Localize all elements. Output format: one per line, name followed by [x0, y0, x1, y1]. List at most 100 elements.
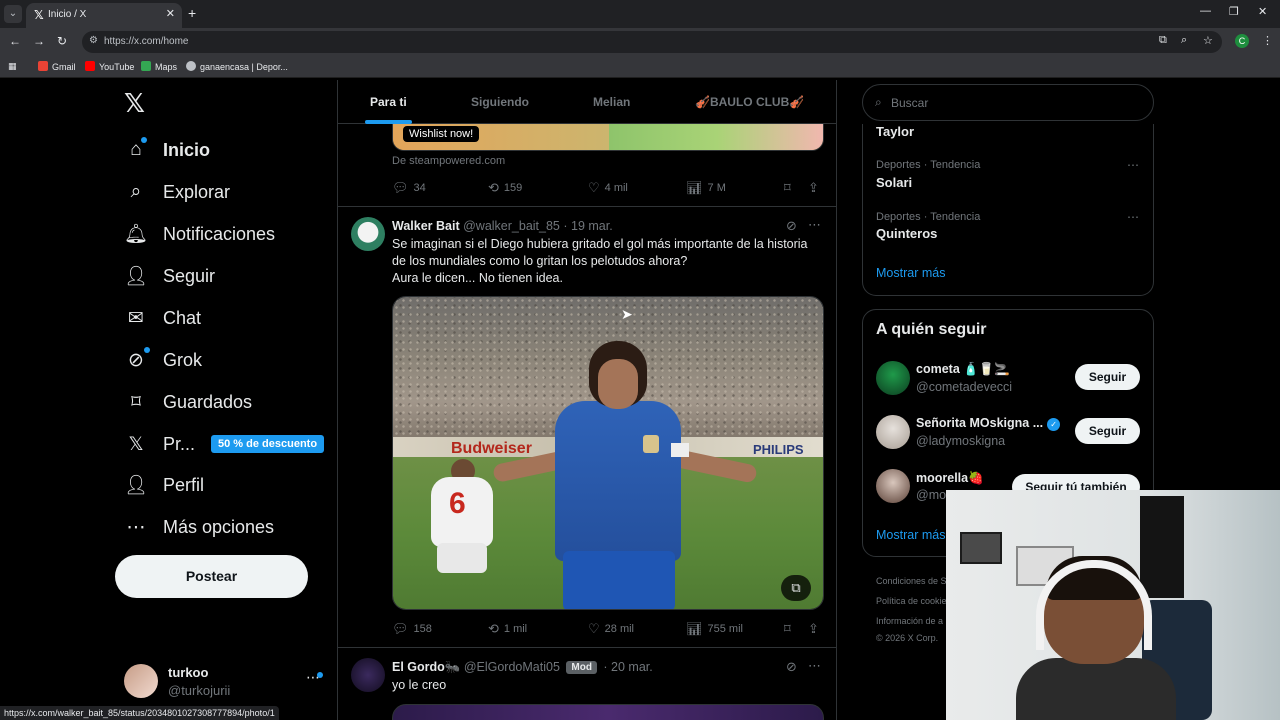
install-app-icon[interactable]: ⧉ [1159, 34, 1167, 47]
image-tools-icon[interactable]: ⧉ [781, 575, 811, 601]
post-date[interactable]: · 20 mar. [603, 660, 652, 674]
footer-terms-link[interactable]: Condiciones de S [876, 576, 947, 586]
player-shirt [555, 401, 681, 561]
trend-item[interactable]: Taylor [876, 124, 914, 139]
suggestion-handle[interactable]: @mo [916, 488, 946, 502]
avatar [124, 664, 158, 698]
tab-siguiendo[interactable]: Siguiendo [471, 95, 529, 109]
avatar[interactable] [351, 658, 385, 692]
suggestion-name[interactable]: cometa 🧴🥛🚬 [916, 362, 1010, 377]
apps-grid-icon[interactable]: ▦ [8, 61, 17, 72]
reply-button[interactable]: 💬︎ 34 [392, 180, 426, 196]
reload-icon[interactable]: ↻ [57, 34, 67, 48]
nav-item-mas-opciones[interactable]: ⋯ Más opciones [124, 513, 275, 541]
zoom-icon[interactable]: ⌕ [1181, 34, 1187, 47]
repost-button[interactable]: ⟲ 159 [488, 180, 522, 196]
bookmark-gmail[interactable]: Gmail [38, 61, 76, 72]
post-more-icon[interactable]: ⋯ [808, 658, 821, 674]
address-bar[interactable]: ⚙ https://x.com/home [82, 31, 1222, 53]
nav-item-guardados[interactable]: ⌑ Guardados [124, 388, 252, 416]
trend-more-icon[interactable]: ⋯ [1127, 210, 1139, 224]
nav-item-premium[interactable]: 𝕏 Pr... 50 % de descuento [124, 430, 325, 458]
nav-item-inicio[interactable]: ⌂ Inicio [124, 136, 210, 164]
nav-item-explorar[interactable]: ⌕ Explorar [124, 178, 230, 206]
follow-button[interactable]: Seguir [1075, 418, 1140, 444]
search-box[interactable]: ⌕ Buscar [862, 84, 1154, 121]
follow-button[interactable]: Seguir [1075, 364, 1140, 390]
grok-analyze-icon[interactable]: ⊘ [786, 218, 797, 234]
tab-baulo-club[interactable]: 🎻BAULO CLUB🎻 [695, 95, 804, 109]
avatar[interactable] [876, 415, 910, 449]
post-date[interactable]: · 19 mar. [563, 219, 612, 233]
bookmark-icon: ⌑ [131, 391, 141, 413]
nav-item-seguir[interactable]: 👤︎ Seguir [124, 262, 215, 290]
browser-tab[interactable]: 𝕏 Inicio / X ✕ [26, 3, 182, 28]
repost-button[interactable]: ⟲ 1 mil [488, 621, 527, 637]
x-logo-icon[interactable]: 𝕏 [124, 88, 145, 119]
avatar[interactable] [876, 469, 910, 503]
footer-copyright: © 2026 X Corp. [876, 633, 939, 643]
card-media[interactable]: Wishlist now! [392, 124, 824, 151]
card-source[interactable]: De steampowered.com [392, 155, 505, 167]
bookmark-button[interactable]: ⌑ [784, 180, 796, 196]
tab-para-ti[interactable]: Para ti [370, 95, 407, 109]
like-button[interactable]: ♡ 4 mil [588, 180, 628, 196]
nav-item-grok[interactable]: ⊘ Grok [124, 346, 202, 374]
timeline[interactable]: Para ti Siguiendo Melian 🎻BAULO CLUB🎻 Wi… [337, 80, 837, 720]
suggestion-name[interactable]: moorella🍓 [916, 471, 984, 486]
suggestion-handle[interactable]: @cometadevecci [916, 380, 1012, 394]
nav-item-chat[interactable]: ✉ Chat [124, 304, 201, 332]
bookmark-star-icon[interactable]: ☆ [1203, 34, 1213, 47]
bookmark-ganaencasa[interactable]: ganaencasa | Depor... [186, 61, 288, 72]
views-button[interactable]: 📊︎ 755 mil [686, 621, 743, 637]
views-button[interactable]: 📊︎ 7 M [686, 180, 726, 196]
suggestion-handle[interactable]: @ladymoskigna [916, 434, 1005, 448]
show-more-link[interactable]: Mostrar más [876, 266, 945, 280]
new-tab-icon[interactable]: + [188, 5, 196, 21]
close-window-icon[interactable]: ✕ [1258, 5, 1267, 18]
nav-item-notificaciones[interactable]: 🔔︎ Notificaciones [124, 220, 275, 248]
tab-melian[interactable]: Melian [593, 95, 630, 109]
post-media[interactable] [392, 704, 824, 720]
suggestion-name[interactable]: Señorita MOskigna ... ✓ [916, 416, 1061, 431]
author-name[interactable]: Walker Bait [392, 219, 460, 233]
minimize-icon[interactable]: — [1200, 5, 1211, 17]
search-placeholder: Buscar [891, 96, 929, 110]
trend-item[interactable]: Solari [876, 175, 912, 190]
footer-ads-link[interactable]: Información de a [876, 616, 943, 626]
reply-button[interactable]: 💬︎ 158 [392, 621, 432, 637]
restore-icon[interactable]: ❐ [1229, 5, 1239, 18]
post-more-icon[interactable]: ⋯ [808, 217, 821, 233]
tab-search-icon[interactable]: ⌄ [4, 5, 22, 23]
show-more-link[interactable]: Mostrar más [876, 528, 945, 542]
bookmark-youtube[interactable]: YouTube [85, 61, 134, 72]
author-handle[interactable]: @ElGordoMati05 [464, 660, 560, 674]
grok-analyze-icon[interactable]: ⊘ [786, 659, 797, 675]
post-photo[interactable]: Budweiser PHILIPS 6 ⧉ [392, 296, 824, 610]
avatar[interactable] [876, 361, 910, 395]
tab-title: Inicio / X [48, 9, 87, 20]
bookmark-button[interactable]: ⌑ [784, 621, 796, 637]
trend-more-icon[interactable]: ⋯ [1127, 158, 1139, 172]
bookmark-maps[interactable]: Maps [141, 61, 177, 72]
account-switcher[interactable]: turkoo @turkojurii ⋯ [124, 662, 324, 702]
author-name[interactable]: El Gordo🐜 [392, 660, 460, 674]
share-button[interactable]: ⇪ [808, 621, 824, 637]
post-text: yo le creo [392, 678, 447, 692]
chrome-menu-icon[interactable]: ⋮ [1262, 34, 1273, 47]
share-button[interactable]: ⇪ [808, 180, 824, 196]
trend-item[interactable]: Quinteros [876, 226, 937, 241]
like-button[interactable]: ♡ 28 mil [588, 621, 634, 637]
back-icon[interactable]: ← [9, 34, 21, 48]
nav-item-perfil[interactable]: 👤︎ Perfil [124, 471, 204, 499]
forward-icon[interactable]: → [33, 34, 45, 48]
author-handle[interactable]: @walker_bait_85 [463, 219, 560, 233]
post-button[interactable]: Postear [115, 555, 308, 598]
footer-cookies-link[interactable]: Política de cookie [876, 596, 947, 606]
avatar[interactable] [351, 217, 385, 251]
discount-badge[interactable]: 50 % de descuento [211, 435, 325, 453]
site-info-icon[interactable]: ⚙ [89, 35, 98, 46]
profile-avatar[interactable]: C [1235, 34, 1249, 48]
close-tab-icon[interactable]: ✕ [166, 7, 175, 20]
views-icon: 📊︎ [686, 180, 703, 195]
